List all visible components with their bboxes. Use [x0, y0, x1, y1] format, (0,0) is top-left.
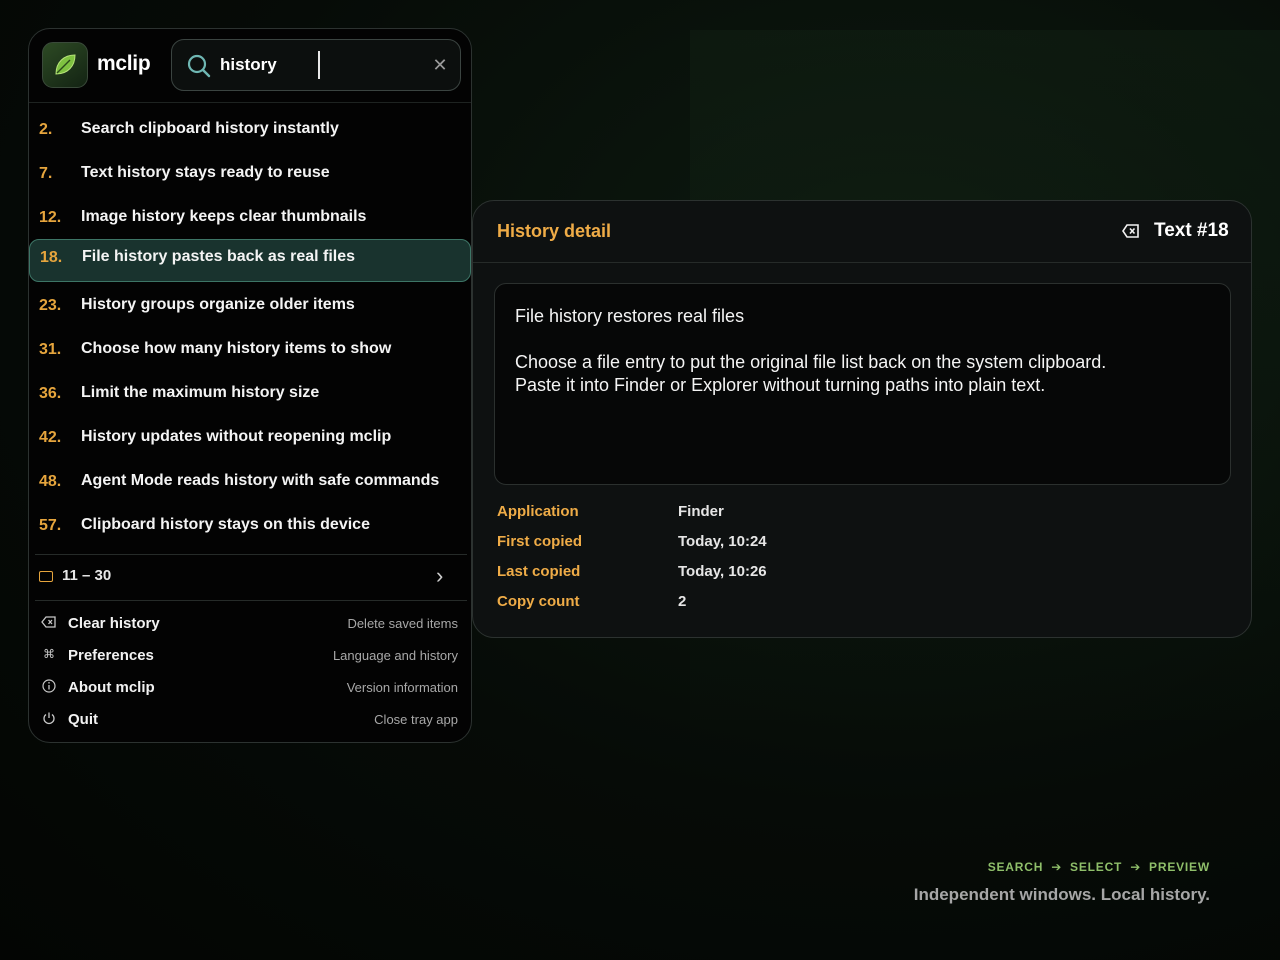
detail-title: History detail	[497, 221, 612, 241]
command-icon: ⌘	[43, 647, 55, 661]
tray-header: mclip ✕	[29, 29, 471, 103]
metadata-table: Application Finder First copied Today, 1…	[497, 501, 997, 621]
leaf-icon	[55, 54, 76, 75]
tray-menu: Clear history Delete saved items ⌘ Prefe…	[29, 607, 471, 735]
meta-row: Last copied Today, 10:26	[497, 561, 997, 591]
result-number: 12.	[39, 209, 62, 226]
meta-value: 2	[678, 593, 687, 610]
meta-row: Copy count 2	[497, 591, 997, 621]
step-label: PREVIEW	[1149, 860, 1210, 874]
meta-row: Application Finder	[497, 501, 997, 531]
content-title: File history restores real files	[515, 306, 745, 326]
detail-header: History detail Text #18	[473, 201, 1251, 263]
result-text: History updates without reopening mclip	[81, 428, 392, 445]
meta-label: First copied	[497, 533, 583, 550]
meta-label: Application	[497, 503, 579, 520]
result-number: 57.	[39, 517, 62, 534]
result-text: Limit the maximum history size	[81, 384, 320, 401]
search-box[interactable]: ✕	[171, 39, 461, 91]
menu-hint: Language and history	[332, 648, 458, 663]
results-list: 2. Search clipboard history instantly 7.…	[29, 107, 471, 547]
tagline: Independent windows. Local history.	[913, 885, 1210, 904]
result-text: Text history stays ready to reuse	[81, 164, 330, 181]
list-item[interactable]: 2. Search clipboard history instantly	[29, 107, 471, 151]
menu-label: Preferences	[68, 647, 154, 664]
page-range-icon	[39, 571, 53, 582]
result-number: 2.	[39, 121, 53, 138]
search-icon	[187, 54, 211, 78]
list-item[interactable]: 7. Text history stays ready to reuse	[29, 151, 471, 195]
menu-hint: Version information	[346, 680, 458, 695]
list-item[interactable]: 48. Agent Mode reads history with safe c…	[29, 459, 471, 503]
result-number: 36.	[39, 385, 62, 402]
meta-value: Finder	[678, 503, 724, 520]
text-entry-icon	[1122, 224, 1139, 238]
menu-item-clear-history[interactable]: Clear history Delete saved items	[29, 607, 471, 639]
page-range: 11 – 30	[62, 567, 112, 584]
tray-window: mclip ✕ 2. Search clipboard history inst…	[28, 28, 472, 743]
arrow-right-icon: ➔	[1130, 860, 1142, 874]
result-number: 31.	[39, 341, 62, 358]
content-line: Choose a file entry to put the original …	[515, 352, 1107, 372]
detail-window: History detail Text #18 File history res…	[472, 200, 1252, 638]
list-item[interactable]: 57. Clipboard history stays on this devi…	[29, 503, 471, 547]
step-label: SELECT	[1070, 860, 1123, 874]
text-caret	[318, 51, 320, 79]
arrow-right-icon: ➔	[1051, 860, 1063, 874]
search-input[interactable]	[220, 52, 420, 78]
content-line: Paste it into Finder or Explorer without…	[515, 375, 1046, 395]
result-text: Choose how many history items to show	[81, 340, 392, 357]
close-icon: ✕	[432, 55, 448, 75]
clear-icon	[41, 616, 56, 628]
result-number: 48.	[39, 473, 62, 490]
meta-row: First copied Today, 10:24	[497, 531, 997, 561]
clear-search-button[interactable]: ✕	[427, 52, 453, 78]
list-item[interactable]: 42. History updates without reopening mc…	[29, 415, 471, 459]
list-item[interactable]: 36. Limit the maximum history size	[29, 371, 471, 415]
list-item[interactable]: 31. Choose how many history items to sho…	[29, 327, 471, 371]
meta-label: Copy count	[497, 593, 580, 610]
entry-type-label: Text #18	[1154, 220, 1229, 241]
list-item[interactable]: 12. Image history keeps clear thumbnails	[29, 195, 471, 239]
info-icon	[42, 679, 56, 693]
meta-value: Today, 10:24	[678, 533, 767, 550]
menu-label: About mclip	[68, 679, 155, 696]
result-text: Agent Mode reads history with safe comma…	[81, 472, 440, 489]
result-number: 7.	[39, 165, 53, 182]
menu-item-preferences[interactable]: ⌘ Preferences Language and history	[29, 639, 471, 671]
step-label: SEARCH	[987, 860, 1044, 874]
result-text: History groups organize older items	[81, 296, 355, 313]
menu-hint: Delete saved items	[347, 616, 458, 631]
menu-label: Clear history	[68, 615, 160, 632]
result-text: Image history keeps clear thumbnails	[81, 208, 367, 225]
menu-item-about[interactable]: About mclip Version information	[29, 671, 471, 703]
flow-steps: SEARCH ➔ SELECT ➔ PREVIEW	[988, 860, 1210, 874]
result-number: 18.	[40, 249, 63, 266]
meta-label: Last copied	[497, 563, 581, 580]
menu-label: Quit	[68, 711, 98, 728]
result-text: File history pastes back as real files	[82, 248, 356, 265]
content-preview[interactable]: File history restores real files Choose …	[494, 283, 1231, 485]
menu-hint: Close tray app	[374, 712, 458, 727]
result-text: Search clipboard history instantly	[81, 120, 339, 137]
list-item-selected[interactable]: 18. File history pastes back as real fil…	[29, 239, 471, 282]
result-number: 23.	[39, 297, 62, 314]
app-name: mclip	[97, 52, 151, 75]
result-text: Clipboard history stays on this device	[81, 516, 370, 533]
list-item[interactable]: 23. History groups organize older items	[29, 283, 471, 327]
result-number: 42.	[39, 429, 62, 446]
meta-value: Today, 10:26	[678, 563, 767, 580]
next-page-button[interactable]: ›	[436, 563, 443, 589]
menu-item-quit[interactable]: Quit Close tray app	[29, 703, 471, 735]
chevron-right-icon: ›	[436, 563, 444, 588]
power-icon	[43, 712, 55, 725]
pager: 11 – 30 ›	[35, 554, 467, 601]
app-logo	[42, 42, 88, 88]
